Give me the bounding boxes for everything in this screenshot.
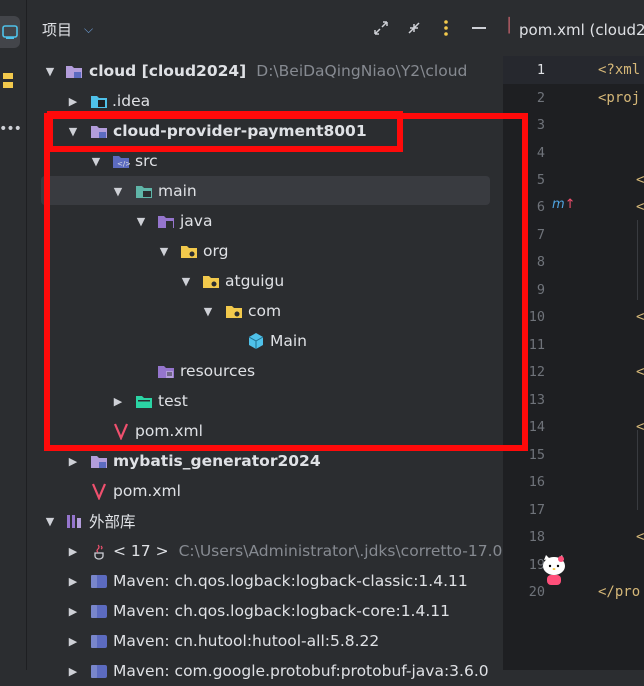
- maven-icon: [91, 483, 107, 500]
- tree-row-external-libraries[interactable]: ▼ 外部库: [27, 506, 503, 536]
- line-number: 16: [528, 474, 545, 490]
- library-icon: [67, 515, 81, 528]
- tree-label: cloud [cloud2024] D:\BeiDaQingNiao\Y2\clo…: [89, 62, 468, 80]
- line-number: 20: [528, 584, 545, 600]
- chevron-down-icon[interactable]: ▼: [43, 64, 57, 78]
- options-icon[interactable]: [436, 18, 456, 38]
- tree-row-protobuf[interactable]: ▶ Maven: com.google.protobuf:protobuf-ja…: [27, 656, 503, 686]
- chevron-right-icon[interactable]: ▶: [66, 664, 80, 678]
- tree-label: 外部库: [89, 513, 136, 531]
- module-folder-icon: [91, 456, 107, 468]
- panel-title[interactable]: 项目: [42, 19, 72, 40]
- code-fragment: <: [636, 364, 644, 380]
- tree-row-hutool[interactable]: ▶ Maven: cn.hutool:hutool-all:5.8.22: [27, 626, 503, 656]
- library-icon: [91, 635, 107, 648]
- tree-label: pom.xml: [113, 482, 181, 500]
- collapse-all-icon[interactable]: [404, 18, 424, 38]
- structure-tool-button[interactable]: [0, 68, 20, 94]
- modified-marker-icon: │: [505, 18, 514, 34]
- indent-guide: [637, 220, 638, 300]
- expand-all-icon[interactable]: [371, 18, 391, 38]
- hide-panel-icon[interactable]: [469, 18, 489, 38]
- line-number: 2: [536, 90, 545, 106]
- library-icon: [91, 575, 107, 588]
- more-tools-button[interactable]: •••: [0, 116, 22, 142]
- code-fragment: <: [636, 309, 644, 325]
- code-fragment: <: [636, 529, 644, 545]
- chevron-right-icon[interactable]: ▶: [66, 604, 80, 618]
- structure-icon: [3, 73, 13, 88]
- code-line-1: <?xml: [598, 62, 641, 78]
- tree-row-logback-core[interactable]: ▶ Maven: ch.qos.logback:logback-core:1.4…: [27, 596, 503, 626]
- tool-window-strip: •••: [0, 0, 27, 670]
- idea-folder-icon: [91, 96, 107, 108]
- module-folder-icon: [66, 66, 82, 78]
- chevron-down-icon[interactable]: ⌵: [84, 22, 93, 37]
- library-icon: [91, 665, 107, 678]
- chevron-right-icon[interactable]: ▶: [66, 544, 80, 558]
- tree-row-logback-classic[interactable]: ▶ Maven: ch.qos.logback:logback-classic:…: [27, 566, 503, 596]
- hello-kitty-icon: [543, 555, 565, 585]
- tree-row-jdk[interactable]: ▶ < 17 > C:\Users\Administrator\.jdks\cor…: [27, 536, 517, 566]
- chevron-right-icon[interactable]: ▶: [66, 574, 80, 588]
- chevron-right-icon[interactable]: ▶: [66, 454, 80, 468]
- tree-row-pom-root[interactable]: pom.xml: [27, 476, 503, 506]
- indent-guide: [637, 430, 638, 510]
- line-number: 18: [528, 529, 545, 545]
- chevron-right-icon[interactable]: ▶: [66, 94, 80, 108]
- code-line-20: </pro: [598, 584, 641, 600]
- more-horizontal-icon: •••: [0, 121, 22, 137]
- code-fragment: <: [636, 199, 644, 215]
- editor-tab-pom[interactable]: pom.xml (cloud2: [519, 21, 644, 39]
- panel-header: 项目 ⌵: [27, 0, 503, 58]
- tree-label: Maven: ch.qos.logback:logback-core:1.4.1…: [113, 602, 450, 620]
- chevron-right-icon[interactable]: ▶: [66, 634, 80, 648]
- jdk-icon: [94, 544, 104, 560]
- tree-label: Maven: com.google.protobuf:protobuf-java…: [113, 662, 489, 680]
- tree-label: mybatis_generator2024: [113, 452, 321, 470]
- chevron-down-icon[interactable]: ▼: [43, 514, 57, 528]
- project-icon: [2, 25, 18, 39]
- maven-override-gutter-icon[interactable]: m↑: [552, 197, 576, 212]
- code-fragment: <: [636, 172, 644, 188]
- library-icon: [91, 605, 107, 618]
- editor-tabbar: │ pom.xml (cloud2: [503, 0, 644, 57]
- tree-label: Maven: ch.qos.logback:logback-classic:1.…: [113, 572, 468, 590]
- highlight-box-module-contents: [44, 113, 528, 451]
- tree-label: .idea: [112, 92, 151, 110]
- tree-label: Maven: cn.hutool:hutool-all:5.8.22: [113, 632, 380, 650]
- line-number: 17: [528, 502, 545, 518]
- tree-label: < 17 > C:\Users\Administrator\.jdks\corre…: [113, 542, 518, 560]
- line-number: 19: [528, 557, 545, 573]
- line-number: 1: [536, 62, 545, 78]
- code-line-2: <proj: [598, 90, 641, 106]
- tree-row-cloud[interactable]: ▼ cloud [cloud2024] D:\BeiDaQingNiao\Y2\c…: [27, 56, 503, 86]
- project-tool-button[interactable]: [0, 16, 20, 48]
